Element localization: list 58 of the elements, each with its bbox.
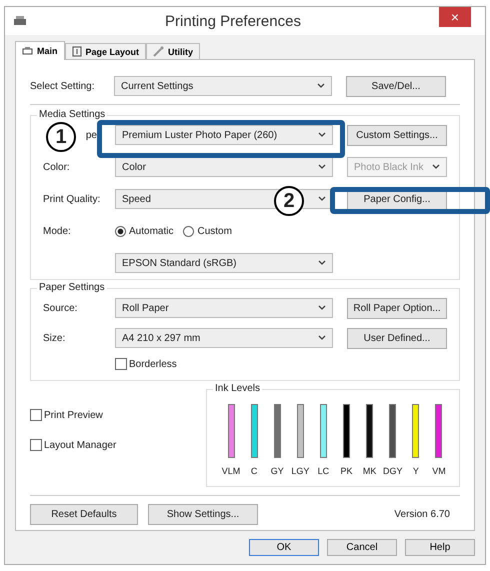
dropdown[interactable]: EPSON Standard (sRGB) bbox=[115, 253, 333, 273]
chevron-down-icon bbox=[318, 164, 326, 170]
ink-name: Y bbox=[412, 466, 419, 476]
radio-option[interactable]: Custom bbox=[183, 226, 232, 236]
chevron-down-icon bbox=[318, 260, 326, 266]
ink-name: VM bbox=[432, 466, 446, 476]
checkbox[interactable]: Print Preview bbox=[30, 409, 206, 421]
ink-name: GY bbox=[270, 466, 284, 476]
chevron-down-icon bbox=[318, 305, 326, 311]
tab[interactable]: Page Layout bbox=[64, 43, 146, 60]
window-title: Printing Preferences bbox=[164, 12, 302, 30]
wrench-icon bbox=[153, 46, 164, 57]
dropdown[interactable]: Roll Paper bbox=[115, 298, 333, 318]
chevron-down-icon bbox=[318, 335, 326, 341]
field-label: Size: bbox=[43, 332, 66, 344]
printer-icon bbox=[13, 15, 27, 27]
dialog-button[interactable]: Cancel bbox=[327, 539, 397, 556]
ink-name: C bbox=[250, 466, 258, 476]
field-label: Mode: bbox=[43, 226, 71, 236]
field-label: pe bbox=[86, 130, 97, 140]
page-icon bbox=[72, 46, 82, 57]
ink-name: VLM bbox=[222, 466, 240, 476]
user-defined-button[interactable]: User Defined... bbox=[347, 328, 447, 348]
dialog-button[interactable]: OK bbox=[249, 539, 319, 556]
group-legend: Media Settings bbox=[37, 109, 108, 120]
dropdown[interactable]: A4 210 x 297 mm bbox=[115, 328, 333, 348]
group-legend: Ink Levels bbox=[213, 383, 262, 394]
ink-name: PK bbox=[340, 466, 353, 476]
checkbox[interactable]: Layout Manager bbox=[30, 439, 206, 451]
chevron-down-icon bbox=[432, 164, 440, 170]
group-legend: Paper Settings bbox=[37, 282, 107, 293]
field-label: Source: bbox=[43, 302, 78, 314]
radio-option[interactable]: Automatic bbox=[115, 226, 174, 236]
chevron-down-icon bbox=[317, 83, 325, 89]
tab[interactable]: Utility bbox=[146, 43, 200, 60]
ink-name: DGY bbox=[383, 466, 403, 476]
checkbox[interactable]: Borderless bbox=[115, 358, 177, 370]
reset-defaults-button[interactable]: Reset Defaults bbox=[30, 504, 138, 525]
dropdown[interactable]: Color bbox=[115, 157, 333, 177]
show-settings-button[interactable]: Show Settings... bbox=[148, 504, 258, 525]
field-label: Color: bbox=[43, 162, 70, 172]
version-text: Version 6.70 bbox=[394, 509, 450, 520]
field-label: Print Quality: bbox=[43, 194, 100, 204]
chevron-down-icon bbox=[318, 196, 326, 202]
dialog-button[interactable]: Help bbox=[405, 539, 475, 556]
save-delete-button[interactable]: Save/Del... bbox=[346, 76, 446, 96]
dropdown[interactable]: Premium Luster Photo Paper (260) bbox=[115, 125, 333, 145]
close-button[interactable]: × bbox=[439, 7, 471, 27]
ink-name: LGY bbox=[291, 466, 310, 476]
printer-icon bbox=[22, 46, 33, 56]
field-label: Select Setting: bbox=[30, 80, 96, 92]
custom-settings-button[interactable]: Custom Settings... bbox=[347, 124, 447, 146]
chevron-down-icon bbox=[318, 132, 326, 138]
ink-name: MK bbox=[362, 466, 376, 476]
roll-paper-option-button[interactable]: Roll Paper Option... bbox=[347, 298, 447, 318]
ink-name: LC bbox=[318, 466, 330, 476]
dropdown[interactable]: Current Settings bbox=[114, 76, 332, 96]
tab[interactable]: Main bbox=[15, 41, 65, 60]
